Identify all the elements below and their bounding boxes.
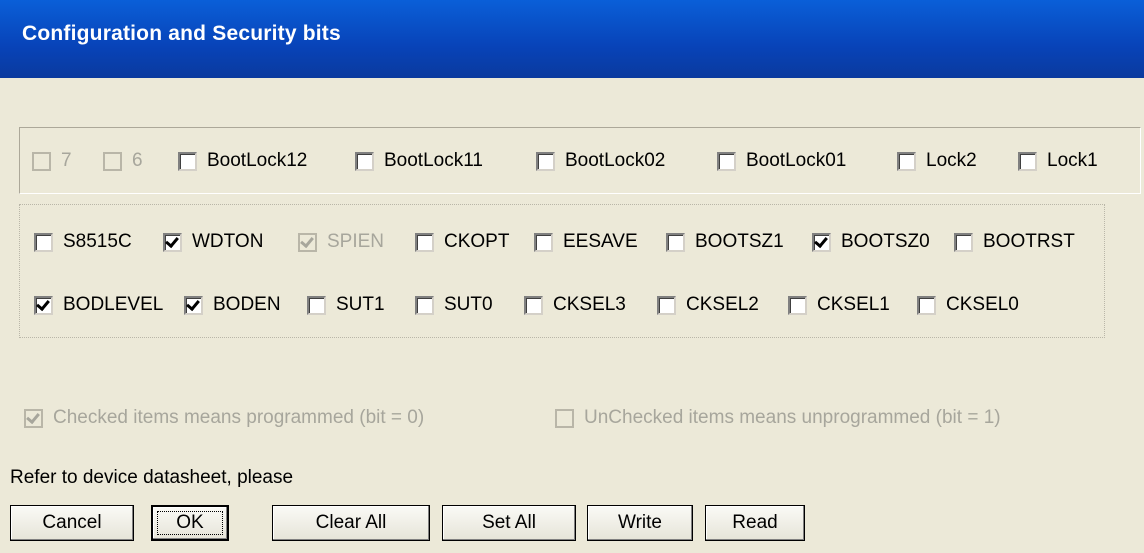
legend-checked: Checked items means programmed (bit = 0) xyxy=(24,407,424,429)
lock-bit-bootlock01[interactable]: BootLock01 xyxy=(717,150,846,172)
clear-all-button[interactable]: Clear All xyxy=(272,505,430,541)
sut1-label: SUT1 xyxy=(336,294,385,315)
bootrst-checkbox[interactable] xyxy=(954,232,973,252)
cancel-button[interactable]: Cancel xyxy=(10,505,134,541)
bootsz1-label: BOOTSZ1 xyxy=(695,231,784,252)
spien-checkbox xyxy=(298,232,317,252)
fuse-low-bit-cksel0[interactable]: CKSEL0 xyxy=(917,294,1019,316)
legend-unchecked: UnChecked items means unprogrammed (bit … xyxy=(555,407,1001,429)
cksel2-checkbox[interactable] xyxy=(657,295,676,315)
fuse-low-bit-cksel3[interactable]: CKSEL3 xyxy=(524,294,626,316)
cksel1-checkbox[interactable] xyxy=(788,295,807,315)
cksel0-label: CKSEL0 xyxy=(946,294,1019,315)
legend-checked-checkbox xyxy=(24,408,43,428)
fuse-high-bit-eesave[interactable]: EESAVE xyxy=(534,231,638,253)
cksel3-checkbox[interactable] xyxy=(524,295,543,315)
bodlevel-label: BODLEVEL xyxy=(63,294,164,315)
sut0-label: SUT0 xyxy=(444,294,493,315)
bootrst-label: BOOTRST xyxy=(983,231,1075,252)
fuse-low-bit-boden[interactable]: BODEN xyxy=(184,294,281,316)
cksel1-label: CKSEL1 xyxy=(817,294,890,315)
bootsz1-checkbox[interactable] xyxy=(666,232,685,252)
ok-button[interactable]: OK xyxy=(151,505,229,541)
window-title: Configuration and Security bits xyxy=(22,22,341,45)
bootlock02-label: BootLock02 xyxy=(565,150,666,171)
fuse-high-bit-bootsz1[interactable]: BOOTSZ1 xyxy=(666,231,784,253)
lock-bit-bootlock02[interactable]: BootLock02 xyxy=(536,150,665,172)
fuse-high-bit-spien: SPIEN xyxy=(298,231,384,253)
cksel2-label: CKSEL2 xyxy=(686,294,759,315)
lock2-checkbox[interactable] xyxy=(897,151,916,171)
wdton-checkbox[interactable] xyxy=(163,232,182,252)
cksel3-label: CKSEL3 xyxy=(553,294,626,315)
s8515c-label: S8515C xyxy=(63,231,132,252)
fuse-low-bit-sut0[interactable]: SUT0 xyxy=(415,294,493,316)
set-all-button[interactable]: Set All xyxy=(442,505,576,541)
boden-label: BODEN xyxy=(213,294,281,315)
ckopt-checkbox[interactable] xyxy=(415,232,434,252)
bodlevel-checkbox[interactable] xyxy=(34,295,53,315)
fuse-bits-group xyxy=(19,204,1105,338)
lock-bit-7: 7 xyxy=(32,150,72,172)
cksel0-checkbox[interactable] xyxy=(917,295,936,315)
bootlock01-label: BootLock01 xyxy=(746,150,847,171)
bootlock01-checkbox[interactable] xyxy=(717,151,736,171)
eesave-checkbox[interactable] xyxy=(534,232,553,252)
lock-bit-6: 6 xyxy=(103,150,143,172)
bootlock12-checkbox[interactable] xyxy=(178,151,197,171)
datasheet-note: Refer to device datasheet, please xyxy=(10,467,294,488)
fuse-low-bit-bodlevel[interactable]: BODLEVEL xyxy=(34,294,163,316)
fuse-high-bit-bootsz0[interactable]: BOOTSZ0 xyxy=(812,231,930,253)
fuse-low-bit-cksel2[interactable]: CKSEL2 xyxy=(657,294,759,316)
bootlock12-label: BootLock12 xyxy=(207,150,308,171)
fuse-low-bit-sut1[interactable]: SUT1 xyxy=(307,294,385,316)
legend-checked-label: Checked items means programmed (bit = 0) xyxy=(53,407,425,428)
6-checkbox xyxy=(103,151,122,171)
fuse-high-bit-wdton[interactable]: WDTON xyxy=(163,231,263,253)
lock1-label: Lock1 xyxy=(1047,150,1098,171)
spien-label: SPIEN xyxy=(327,231,385,252)
eesave-label: EESAVE xyxy=(563,231,638,252)
wdton-label: WDTON xyxy=(192,231,264,252)
fuse-high-bit-s8515c[interactable]: S8515C xyxy=(34,231,132,253)
fuse-high-bit-bootrst[interactable]: BOOTRST xyxy=(954,231,1075,253)
lock-bit-bootlock11[interactable]: BootLock11 xyxy=(355,150,483,172)
lock-bit-lock2[interactable]: Lock2 xyxy=(897,150,977,172)
fuse-low-bit-cksel1[interactable]: CKSEL1 xyxy=(788,294,890,316)
lock2-label: Lock2 xyxy=(926,150,977,171)
bootsz0-checkbox[interactable] xyxy=(812,232,831,252)
sut0-checkbox[interactable] xyxy=(415,295,434,315)
boden-checkbox[interactable] xyxy=(184,295,203,315)
s8515c-checkbox[interactable] xyxy=(34,232,53,252)
7-checkbox xyxy=(32,151,51,171)
lock-bit-bootlock12[interactable]: BootLock12 xyxy=(178,150,307,172)
legend-unchecked-checkbox xyxy=(555,408,574,428)
bootlock11-label: BootLock11 xyxy=(384,150,483,171)
ckopt-label: CKOPT xyxy=(444,231,510,252)
legend-unchecked-label: UnChecked items means unprogrammed (bit … xyxy=(584,407,1001,428)
write-button[interactable]: Write xyxy=(587,505,693,541)
read-button[interactable]: Read xyxy=(705,505,805,541)
sut1-checkbox[interactable] xyxy=(307,295,326,315)
6-label: 6 xyxy=(132,150,143,171)
lock1-checkbox[interactable] xyxy=(1018,151,1037,171)
bootlock11-checkbox[interactable] xyxy=(355,151,374,171)
bootsz0-label: BOOTSZ0 xyxy=(841,231,930,252)
7-label: 7 xyxy=(61,150,72,171)
lock-bit-lock1[interactable]: Lock1 xyxy=(1018,150,1098,172)
title-bar: Configuration and Security bits xyxy=(0,0,1144,78)
bootlock02-checkbox[interactable] xyxy=(536,151,555,171)
fuse-high-bit-ckopt[interactable]: CKOPT xyxy=(415,231,509,253)
